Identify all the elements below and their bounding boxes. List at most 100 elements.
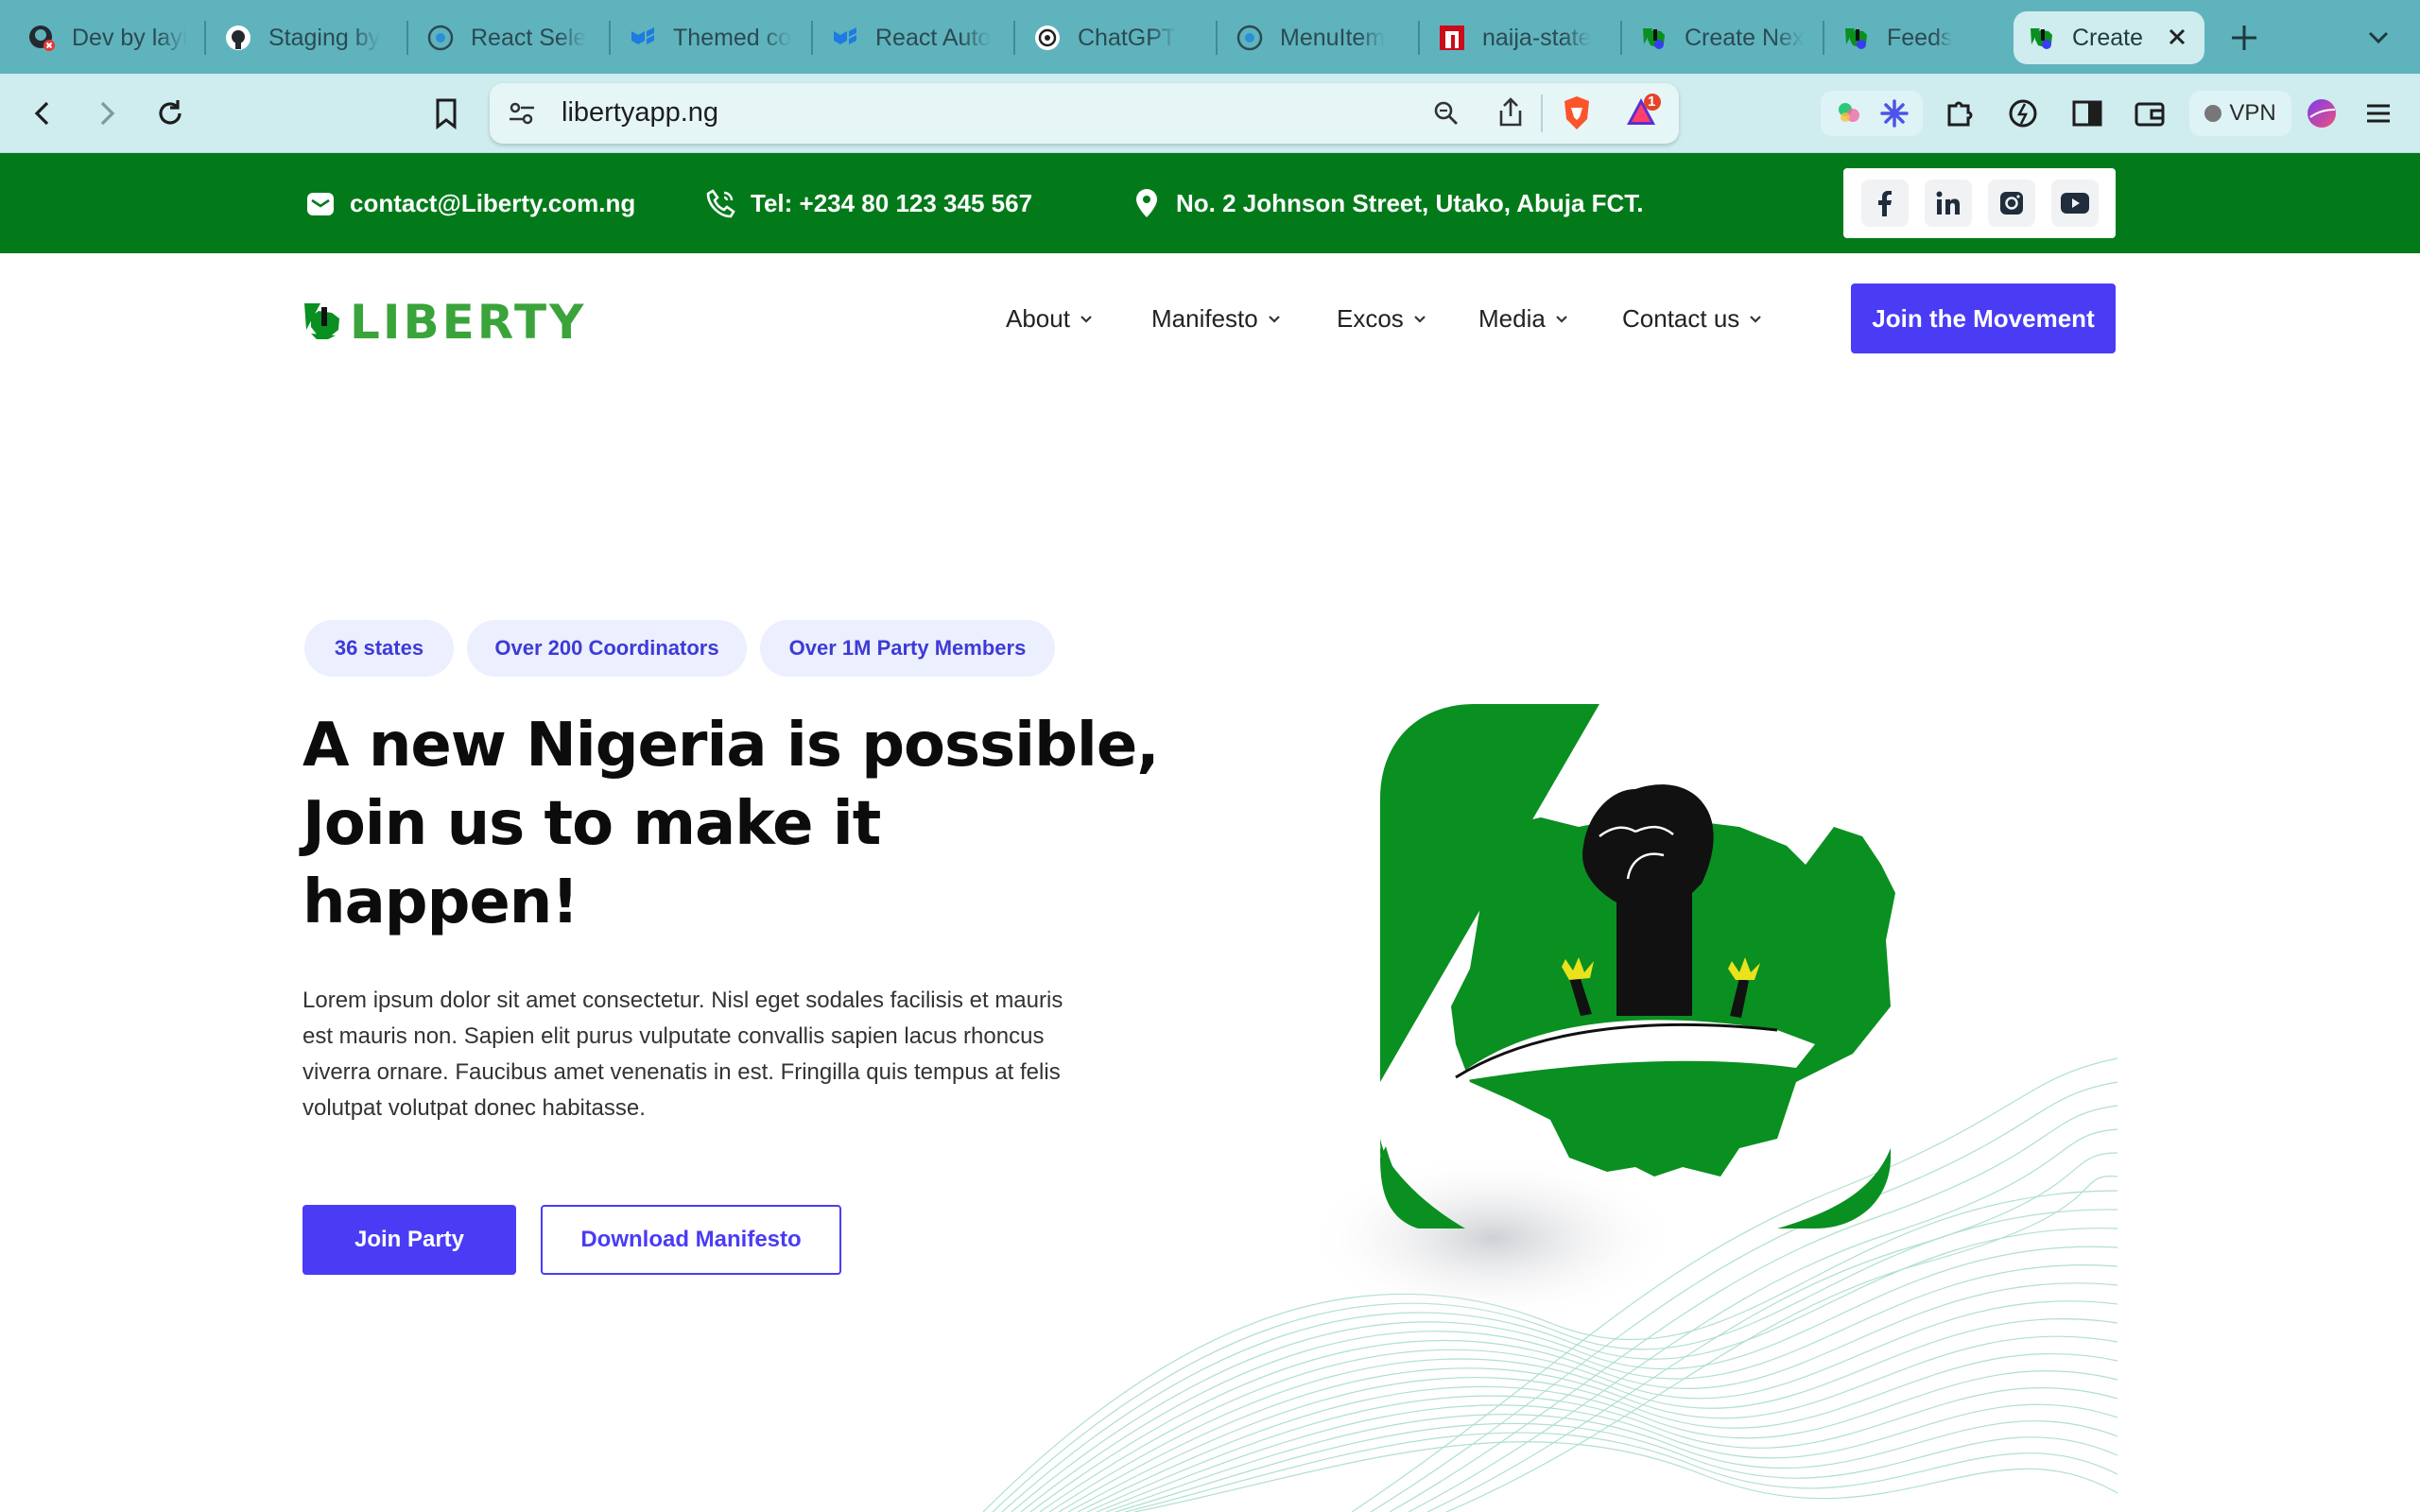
browser-tab[interactable]: MenuItem: [1221, 11, 1414, 64]
profile-avatar-icon[interactable]: [2303, 94, 2341, 132]
tab-separator: [204, 21, 206, 55]
browser-tab[interactable]: Dev by layi: [13, 11, 200, 64]
join-the-movement-button[interactable]: Join the Movement: [1851, 284, 2116, 353]
tab-title: React Auto: [875, 24, 992, 51]
browser-tab[interactable]: Staging by: [210, 11, 403, 64]
extensions-puzzle-icon[interactable]: [1942, 94, 1979, 132]
location-pin-icon: [1131, 187, 1163, 219]
social-links: [1843, 168, 2116, 238]
menu-hamburger-icon[interactable]: [2360, 94, 2397, 132]
site-settings-icon[interactable]: [507, 98, 537, 129]
chevron-down-icon: [1080, 315, 1093, 324]
tab-separator: [406, 21, 408, 55]
nav-media[interactable]: Media: [1478, 304, 1568, 334]
tab-separator: [811, 21, 813, 55]
leo-ai-icon[interactable]: [2004, 94, 2042, 132]
browser-tab-active[interactable]: Create: [2014, 11, 2204, 64]
nav-contact-us[interactable]: Contact us: [1622, 304, 1762, 334]
github-icon: [223, 23, 253, 53]
youtube-icon[interactable]: [2050, 180, 2099, 227]
contact-email[interactable]: contact@Liberty.com.ng: [304, 187, 635, 219]
site-logo[interactable]: LIBERTY: [302, 295, 586, 350]
sidebar-toggle-icon[interactable]: [2068, 94, 2106, 132]
nav-label: Excos: [1337, 304, 1404, 333]
liberty-icon: [1841, 23, 1872, 53]
email-text: contact@Liberty.com.ng: [350, 188, 636, 217]
download-manifesto-button[interactable]: Download Manifesto: [541, 1205, 841, 1275]
forward-icon[interactable]: [87, 94, 125, 132]
chevron-down-icon: [1268, 315, 1281, 324]
reload-icon[interactable]: [151, 94, 189, 132]
address-bar[interactable]: libertyapp.ng 1: [490, 83, 1679, 144]
logo-text: LIBERTY: [350, 295, 587, 350]
nav-about[interactable]: About: [1006, 304, 1093, 334]
hero-body-text: Lorem ipsum dolor sit amet consectetur. …: [302, 988, 1063, 1121]
nav-manifesto[interactable]: Manifesto: [1151, 304, 1281, 334]
react-select-icon: [425, 23, 456, 53]
tab-title: Create: [2072, 24, 2144, 51]
brave-rewards-icon[interactable]: 1: [1624, 93, 1662, 130]
tab-separator: [1823, 21, 1824, 55]
brave-shields-icon[interactable]: [1560, 94, 1594, 132]
tab-title: MenuItem: [1280, 24, 1386, 51]
url-text[interactable]: libertyapp.ng: [562, 97, 718, 129]
email-icon: [304, 187, 337, 219]
mui-icon: [628, 23, 658, 53]
chatgpt-icon: [1032, 23, 1063, 53]
vpn-status-icon: [2204, 105, 2222, 122]
browser-tab[interactable]: React Sele: [412, 11, 605, 64]
omnibox-divider: [1541, 94, 1543, 132]
browser-tab[interactable]: React Auto: [817, 11, 1010, 64]
extension-group: [1821, 91, 1923, 136]
tab-separator: [1013, 21, 1015, 55]
browser-tab[interactable]: Feeds: [1828, 11, 2008, 64]
liberty-icon: [1639, 23, 1669, 53]
browser-tab[interactable]: naija-state: [1424, 11, 1616, 64]
browser-tab-bar: Dev by layi Staging by React Sele Themed…: [0, 0, 2420, 74]
asterisk-extension-icon[interactable]: [1879, 98, 1910, 129]
npm-icon: [1437, 23, 1467, 53]
liberty-icon: [2027, 23, 2057, 53]
nav-excos[interactable]: Excos: [1337, 304, 1426, 334]
tab-title: Create Nex: [1685, 24, 1805, 51]
tab-title: Themed co: [673, 24, 792, 51]
tab-title: naija-state: [1482, 24, 1592, 51]
back-icon[interactable]: [25, 94, 62, 132]
phone-text: Tel: +234 80 123 345 567: [751, 188, 1033, 217]
browser-tab[interactable]: ChatGPT: [1019, 11, 1212, 64]
phone-icon: [705, 187, 737, 219]
rewards-badge-count: 1: [1648, 94, 1656, 110]
logo-shadow: [1305, 1153, 1683, 1323]
linkedin-icon[interactable]: [1924, 180, 1972, 227]
close-tab-icon[interactable]: [2163, 23, 2191, 51]
tab-title: React Sele: [471, 24, 587, 51]
hero-illustration: [983, 662, 2118, 1512]
tab-separator: [1620, 21, 1622, 55]
bookmark-icon[interactable]: [427, 94, 465, 132]
contact-phone[interactable]: Tel: +234 80 123 345 567: [705, 187, 1032, 219]
contact-address[interactable]: No. 2 Johnson Street, Utako, Abuja FCT.: [1131, 187, 1644, 219]
browser-tab[interactable]: Create Nex: [1626, 11, 1819, 64]
tab-separator: [609, 21, 611, 55]
chevron-down-icon: [1413, 315, 1426, 324]
share-icon[interactable]: [1495, 96, 1526, 129]
nav-label: Media: [1478, 304, 1546, 333]
colorzilla-extension-icon[interactable]: [1834, 98, 1864, 129]
new-tab-icon[interactable]: [2227, 21, 2261, 55]
vpn-button[interactable]: VPN: [2189, 91, 2291, 136]
tab-title: Dev by layi: [72, 24, 187, 51]
tab-title: Feeds: [1887, 24, 1953, 51]
react-select-icon: [1235, 23, 1265, 53]
stat-chip-coordinators: Over 200 Coordinators: [467, 620, 747, 677]
zoom-icon[interactable]: [1431, 98, 1461, 129]
mui-icon: [830, 23, 860, 53]
wallet-icon[interactable]: [2131, 94, 2169, 132]
nav-label: Manifesto: [1151, 304, 1258, 333]
tab-list-chevron-icon[interactable]: [2363, 23, 2394, 53]
instagram-icon[interactable]: [1987, 180, 2035, 227]
join-party-button[interactable]: Join Party: [302, 1205, 516, 1275]
browser-tab[interactable]: Themed co: [614, 11, 807, 64]
facebook-icon[interactable]: [1860, 180, 1909, 227]
tab-separator: [1216, 21, 1218, 55]
address-text: No. 2 Johnson Street, Utako, Abuja FCT.: [1176, 188, 1644, 217]
